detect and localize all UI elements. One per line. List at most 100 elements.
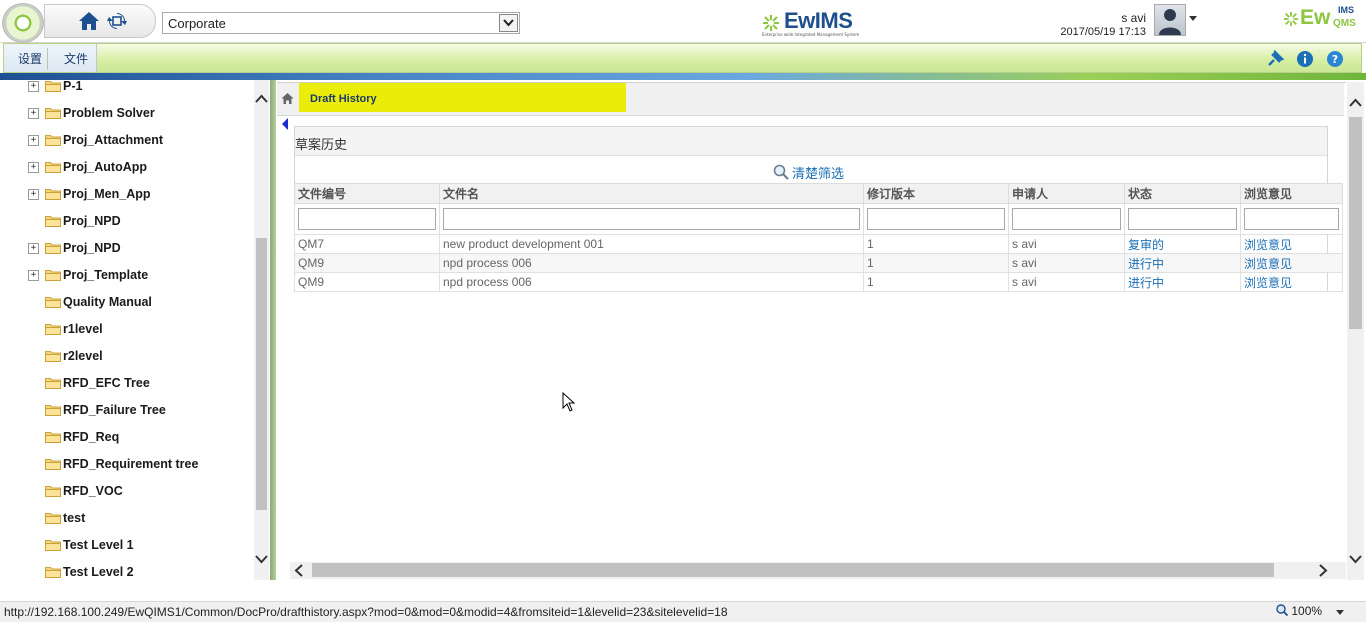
filter-cell [294, 203, 440, 235]
home-icon[interactable] [281, 92, 294, 105]
tree-item[interactable]: test [0, 511, 250, 537]
expand-plus-icon[interactable]: + [28, 81, 39, 92]
column-header-view-comments[interactable]: 浏览意见 [1240, 183, 1343, 204]
tree-item[interactable]: Test Level 2 [0, 565, 250, 580]
expand-plus-icon[interactable]: + [28, 162, 39, 173]
folder-icon [45, 567, 61, 578]
panel-title: 草案历史 [295, 138, 348, 153]
tree-item-label: r1level [63, 322, 103, 336]
filter-status-input[interactable] [1128, 208, 1237, 230]
tree-item-label: Proj_NPD [63, 241, 121, 255]
filter-doc-number-input[interactable] [298, 208, 436, 230]
table-row[interactable]: QM9 npd process 006 1 s avi 进行中 浏览意见 [294, 272, 1343, 292]
cell-requester: s avi [1008, 234, 1125, 254]
chevron-up-icon[interactable] [1349, 98, 1362, 108]
zoom-control[interactable]: 100% [1276, 604, 1322, 618]
tree-item[interactable]: RFD_Requirement tree [0, 457, 250, 483]
menu-file[interactable]: 文件 [58, 49, 94, 69]
refresh-icon[interactable] [107, 11, 127, 31]
tree-item[interactable]: + Proj_AutoApp [0, 160, 250, 186]
filter-view-comments-input[interactable] [1244, 208, 1339, 230]
cell-status[interactable]: 进行中 [1124, 272, 1241, 292]
home-icon[interactable] [78, 10, 100, 32]
tree-item-label: Quality Manual [63, 295, 152, 309]
filter-doc-name-input[interactable] [443, 208, 860, 230]
tree-item[interactable]: RFD_Req [0, 430, 250, 456]
chevron-down-icon[interactable] [255, 554, 268, 564]
main-vertical-scrollbar-thumb[interactable] [1349, 117, 1362, 329]
tree-item[interactable]: Test Level 1 [0, 538, 250, 564]
cell-view-comments[interactable]: 浏览意见 [1240, 234, 1343, 254]
column-header-status[interactable]: 状态 [1124, 183, 1241, 204]
expand-plus-icon[interactable]: + [28, 135, 39, 146]
cell-doc-name: npd process 006 [439, 253, 864, 273]
pin-icon[interactable] [1266, 50, 1284, 68]
panel-header: 草案历史 [295, 127, 1327, 156]
info-icon[interactable] [1296, 50, 1314, 68]
filter-cell [1008, 203, 1125, 235]
zoom-dropdown-caret-icon[interactable] [1336, 610, 1344, 615]
tree-item[interactable]: RFD_Failure Tree [0, 403, 250, 429]
tree-item-label: Proj_Template [63, 268, 149, 282]
cell-doc-number: QM9 [294, 272, 440, 292]
status-bar: http://192.168.100.249/EwQIMS1/Common/Do… [0, 601, 1366, 622]
chevron-right-icon[interactable] [1318, 564, 1328, 577]
tree-item[interactable]: Proj_NPD [0, 214, 250, 240]
filter-requester-input[interactable] [1012, 208, 1121, 230]
chevron-down-icon[interactable] [499, 14, 518, 32]
folder-icon [45, 216, 61, 227]
tree-item[interactable]: + Proj_Men_App [0, 187, 250, 213]
tree-item[interactable]: r1level [0, 322, 250, 348]
table-header-row: 文件编号 文件名 修订版本 申请人 状态 浏览意见 [294, 183, 1343, 204]
cell-view-comments[interactable]: 浏览意见 [1240, 272, 1343, 292]
table-row[interactable]: QM7 new product development 001 1 s avi 复审的浏… [294, 234, 1343, 254]
table-row[interactable]: QM9 npd process 006 1 s avi 进行中 浏览意见 [294, 253, 1343, 273]
menu-settings[interactable]: 设置 [12, 49, 48, 69]
main-horizontal-scrollbar-thumb[interactable] [312, 563, 1274, 577]
cell-doc-name: new product development 001 [439, 234, 864, 254]
chevron-left-icon[interactable] [294, 564, 304, 577]
cell-doc-number: QM7 [294, 234, 440, 254]
column-header-doc-number[interactable]: 文件编号 [294, 183, 440, 204]
cell-status[interactable]: 复审的 [1124, 234, 1241, 254]
column-header-requester[interactable]: 申请人 [1008, 183, 1125, 204]
tree-item[interactable]: + Problem Solver [0, 106, 250, 132]
filter-revision-input[interactable] [867, 208, 1005, 230]
ewims-logo: EwIMS Enterprise wide Integrated Managem… [762, 8, 859, 38]
panel-splitter[interactable] [270, 80, 276, 580]
collapse-sidebar-icon[interactable] [282, 118, 288, 130]
tree-item[interactable]: r2level [0, 349, 250, 375]
tree-item[interactable]: + Proj_NPD [0, 241, 250, 267]
expand-plus-icon[interactable]: + [28, 243, 39, 254]
tree-item[interactable]: + P-1 [0, 80, 250, 105]
ewqms-logo-sup: IMS [1338, 5, 1355, 15]
cell-status[interactable]: 进行中 [1124, 253, 1241, 273]
tree-item[interactable]: RFD_VOC [0, 484, 250, 510]
cell-view-comments[interactable]: 浏览意见 [1240, 253, 1343, 273]
user-avatar-icon[interactable] [1154, 4, 1186, 36]
tree-item[interactable]: + Proj_Attachment [0, 133, 250, 159]
folder-icon [45, 297, 61, 308]
filter-cell [863, 203, 1009, 235]
expand-plus-icon[interactable]: + [28, 108, 39, 119]
folder-tree: + P-1 + Problem Solver + Proj_Attachment + Proj… [0, 80, 270, 580]
tree-scrollbar-thumb[interactable] [256, 238, 267, 510]
column-header-revision[interactable]: 修订版本 [863, 183, 1009, 204]
user-menu-caret-icon[interactable] [1189, 16, 1197, 21]
tree-item[interactable]: RFD_EFC Tree [0, 376, 250, 402]
tree-item[interactable]: Quality Manual [0, 295, 250, 321]
site-select[interactable]: Corporate [162, 12, 520, 34]
help-icon[interactable]: ? [1326, 50, 1344, 68]
folder-icon [45, 189, 61, 200]
column-header-doc-name[interactable]: 文件名 [439, 183, 864, 204]
expand-plus-icon[interactable]: + [28, 189, 39, 200]
app-logo-icon[interactable] [2, 3, 44, 43]
tree-item[interactable]: + Proj_Template [0, 268, 250, 294]
user-name: s avi [1121, 11, 1146, 25]
chevron-down-icon[interactable] [1349, 554, 1362, 564]
menu-bar: 设置 文件 ? [3, 43, 1362, 73]
ewims-logo-text: EwIMS [784, 8, 853, 33]
chevron-up-icon[interactable] [255, 94, 268, 104]
ewqms-logo-text: Ew [1300, 6, 1331, 29]
expand-plus-icon[interactable]: + [28, 270, 39, 281]
